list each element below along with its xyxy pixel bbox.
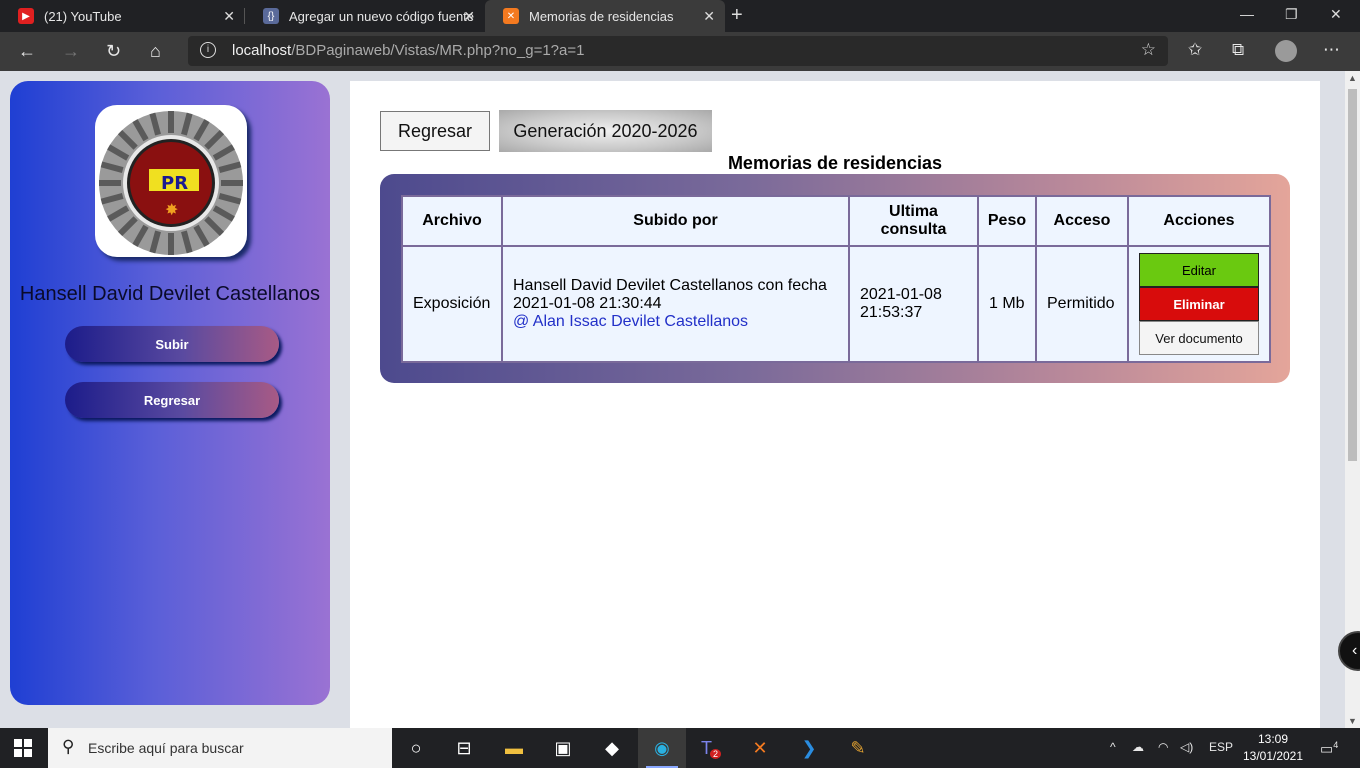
cortana-icon[interactable]: ○ [392, 728, 440, 768]
windows-start-icon[interactable] [14, 739, 32, 757]
url-field[interactable]: i localhost/BDPaginaweb/Vistas/MR.php?no… [188, 36, 1168, 66]
page-body: PR ✸ Hansell David Devilet Castellanos S… [0, 71, 1345, 728]
code-icon: {} [263, 8, 279, 24]
favorite-star-icon[interactable]: ☆ [1141, 40, 1156, 60]
table-row: Exposición Hansell David Devilet Castell… [401, 245, 1271, 363]
collections-icon[interactable]: ⧉ [1232, 40, 1244, 60]
taskbar-search[interactable]: ⚲ Escribe aquí para buscar [48, 728, 392, 768]
restore-icon[interactable]: ❐ [1285, 6, 1298, 23]
notifications-icon[interactable]: ▭4 [1320, 740, 1338, 758]
search-placeholder: Escribe aquí para buscar [88, 740, 244, 756]
clock-date: 13/01/2021 [1242, 749, 1304, 763]
tab-title: (21) YouTube [44, 8, 122, 24]
profile-avatar-icon[interactable] [1275, 40, 1297, 62]
info-icon[interactable]: i [200, 42, 216, 58]
memorias-table: Archivo Subido por Ultima consulta Peso … [401, 195, 1271, 363]
main-content: Regresar Generación 2020-2026 Memorias d… [350, 81, 1320, 728]
last-consult-cell: 2021-01-08 21:53:37 [848, 245, 979, 363]
task-view-icon[interactable]: ⊟ [440, 728, 488, 768]
scroll-down-icon[interactable]: ▼ [1348, 716, 1357, 726]
scroll-up-icon[interactable]: ▲ [1348, 73, 1357, 83]
refresh-icon[interactable]: ↻ [106, 41, 121, 62]
home-icon[interactable]: ⌂ [150, 41, 161, 62]
favorites-icon[interactable]: ✩ [1188, 40, 1202, 60]
institution-logo: PR ✸ [95, 105, 247, 257]
svg-text:✸: ✸ [165, 200, 178, 219]
close-icon[interactable]: ✕ [223, 8, 235, 25]
cloud-icon[interactable]: ☁ [1132, 740, 1144, 754]
window-close-icon[interactable]: ✕ [1330, 6, 1342, 23]
tab-title: Memorias de residencias [529, 8, 674, 24]
column-header: Acciones [1127, 195, 1271, 247]
vscode-icon[interactable]: ❯ [785, 728, 833, 768]
table-header-row: Archivo Subido por Ultima consulta Peso … [401, 195, 1271, 247]
search-icon: ⚲ [62, 737, 75, 756]
page-title: Memorias de residencias [727, 153, 943, 173]
back-arrow-icon[interactable]: ← [18, 41, 36, 62]
language-indicator[interactable]: ESP [1209, 740, 1233, 754]
column-header: Archivo [401, 195, 503, 247]
delete-button[interactable]: Eliminar [1139, 287, 1259, 321]
store-icon[interactable]: ▣ [539, 728, 587, 768]
more-options-icon[interactable]: ⋯ [1323, 40, 1340, 60]
tab-title: Agregar un nuevo código fuente [289, 8, 475, 24]
close-icon[interactable]: ✕ [703, 8, 715, 25]
column-header: Subido por [501, 195, 850, 247]
edge-icon[interactable]: ◉ [638, 728, 686, 768]
teams-badge: 2 [709, 749, 721, 759]
wifi-icon[interactable]: ◠ [1158, 740, 1168, 754]
svg-text:PR: PR [161, 173, 188, 194]
xampp-icon: ✕ [503, 8, 519, 24]
generation-badge[interactable]: Generación 2020-2026 [499, 110, 712, 152]
clock-time: 13:09 [1257, 732, 1289, 746]
tab-bar: ▶ (21) YouTube ✕ {} Agregar un nuevo cód… [0, 0, 1360, 32]
clock[interactable]: 13:09 13/01/2021 [1238, 731, 1308, 765]
vertical-scrollbar[interactable]: ▲ ▼ [1345, 71, 1360, 728]
minimize-icon[interactable]: — [1240, 6, 1254, 22]
user-name: Hansell David Devilet Castellanos [19, 283, 321, 305]
column-header: Acceso [1035, 195, 1129, 247]
sidebar-back-button[interactable]: Regresar [65, 382, 279, 418]
youtube-icon: ▶ [18, 8, 34, 24]
paint-icon[interactable]: ✎ [834, 728, 882, 768]
upload-info: Hansell David Devilet Castellanos con fe… [513, 277, 827, 312]
address-bar: ← → ↻ ⌂ i localhost/BDPaginaweb/Vistas/M… [0, 32, 1360, 71]
edit-button[interactable]: Editar [1139, 253, 1259, 287]
uploader-link[interactable]: @ Alan Issac Devilet Castellanos [513, 313, 838, 331]
upload-button[interactable]: Subir [65, 326, 279, 362]
tab-code[interactable]: {} Agregar un nuevo código fuente ✕ [245, 0, 485, 32]
archivo-cell: Exposición [401, 245, 503, 363]
tab-youtube[interactable]: ▶ (21) YouTube ✕ [0, 0, 245, 32]
actions-cell: Editar Eliminar Ver documento [1127, 245, 1271, 363]
url-text[interactable]: localhost/BDPaginaweb/Vistas/MR.php?no_g… [232, 42, 584, 59]
column-header: Ultima consulta [848, 195, 979, 247]
volume-icon[interactable]: ◁) [1180, 740, 1193, 754]
file-explorer-icon[interactable]: ▬ [490, 728, 538, 768]
subido-cell: Hansell David Devilet Castellanos con fe… [501, 245, 850, 363]
tab-memorias[interactable]: ✕ Memorias de residencias ✕ [485, 0, 725, 32]
table-card: Archivo Subido por Ultima consulta Peso … [380, 174, 1290, 383]
scroll-thumb[interactable] [1348, 89, 1357, 461]
drive-icon[interactable]: ◆ [588, 728, 636, 768]
back-button[interactable]: Regresar [380, 111, 490, 151]
view-document-button[interactable]: Ver documento [1139, 321, 1259, 355]
forward-arrow-icon[interactable]: → [62, 41, 80, 62]
access-cell: Permitido [1035, 245, 1129, 363]
column-header: Peso [977, 195, 1037, 247]
taskbar: ⚲ Escribe aquí para buscar ○ ⊟ ▬ ▣ ◆ ◉ T… [0, 728, 1360, 768]
sidebar: PR ✸ Hansell David Devilet Castellanos S… [10, 81, 330, 705]
chevron-up-icon[interactable]: ^ [1110, 740, 1116, 754]
teams-icon[interactable]: T2 [687, 728, 735, 768]
xampp-taskbar-icon[interactable]: ✕ [736, 728, 784, 768]
close-icon[interactable]: ✕ [463, 8, 475, 25]
size-cell: 1 Mb [977, 245, 1037, 363]
new-tab-icon[interactable]: + [731, 4, 743, 27]
